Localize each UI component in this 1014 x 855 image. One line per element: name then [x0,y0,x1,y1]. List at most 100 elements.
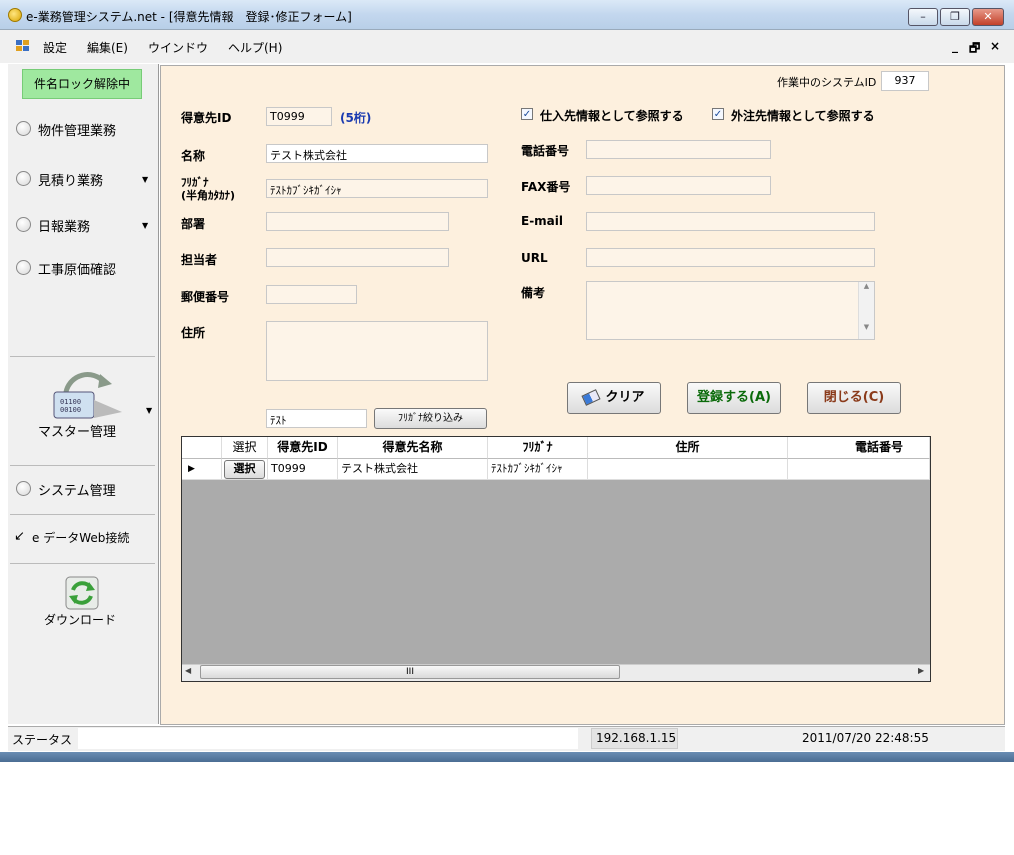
radio-icon[interactable] [16,217,31,232]
row-cell-phone[interactable] [788,459,930,480]
row-cell-address[interactable] [588,459,788,480]
department-input[interactable] [266,212,449,231]
menu-help[interactable]: ヘルプ(H) [228,39,282,56]
note-label: 備考 [521,286,546,300]
close-window-button[interactable]: ✕ [972,8,1004,26]
url-label: URL [521,251,548,265]
menu-settings[interactable]: 設定 [43,39,67,56]
furigana-filter-input[interactable]: ﾃｽﾄ [266,409,367,428]
outsource-checkbox-label[interactable]: 外注先情報として参照する [731,107,875,124]
row-cell-name[interactable]: テスト株式会社 [338,459,488,480]
row-select-button[interactable]: 選択 [224,460,265,479]
mdi-minimize-button[interactable]: _ [952,39,958,53]
column-header-name[interactable]: 得意先名称 [338,437,488,459]
url-input[interactable] [586,248,875,267]
mdi-close-button[interactable]: × [990,39,1000,53]
restore-button[interactable]: ❐ [940,8,970,26]
furigana-sub-label: (半角ｶﾀｶﾅ) [181,189,236,202]
clear-button[interactable]: クリア [567,382,661,414]
mdi-restore-button[interactable]: 🗗 [969,39,980,60]
dropdown-arrow-icon: ▼ [146,406,153,415]
postal-code-input[interactable] [266,285,357,304]
sidebar-divider [10,356,155,357]
scroll-down-icon[interactable]: ▼ [859,323,874,331]
row-header-corner [182,437,222,459]
name-input[interactable]: テスト株式会社 [266,144,488,163]
sidebar-item-cost[interactable]: 工事原価確認 [38,259,116,278]
mdi-child-icon [16,40,30,52]
postal-code-label: 郵便番号 [181,290,230,304]
radio-icon[interactable] [16,171,31,186]
status-message-area [78,728,578,749]
close-form-button[interactable]: 閉じる(C) [807,382,901,414]
window-title: e-業務管理システム.net - [得意先情報 登録･修正フォーム] [26,10,352,24]
svg-text:00100: 00100 [60,406,81,414]
register-button[interactable]: 登録する(A) [687,382,781,414]
lock-status-badge[interactable]: 件名ロック解除中 [22,69,142,99]
scroll-left-icon[interactable]: ◀ [185,666,191,675]
dropdown-arrow-icon: ▼ [142,221,149,230]
row-cell-id[interactable]: T0999 [268,459,338,480]
person-label: 担当者 [181,253,218,267]
customer-id-label: 得意先ID [181,111,232,125]
column-header-kana[interactable]: ﾌﾘｶﾞﾅ [488,437,588,459]
scroll-right-icon[interactable]: ▶ [918,666,924,675]
eraser-icon [581,389,602,406]
supplier-checkbox-label[interactable]: 仕入先情報として参照する [540,107,684,124]
sidebar-item-download[interactable]: ダウンロード [44,611,116,628]
minimize-button[interactable]: – [908,8,938,26]
table-row: 選択 [222,459,268,480]
clear-button-label: クリア [605,390,645,405]
supplier-checkbox[interactable]: ✓ [521,108,533,120]
scroll-thumb[interactable]: III [200,665,620,679]
master-management-icon[interactable]: 01100 00100 [52,364,124,422]
system-id-field: 937 [881,71,929,91]
furigana-input[interactable]: ﾃｽﾄｶﾌﾞｼｷｶﾞｲｼｬ [266,179,488,198]
sidebar-item-master[interactable]: マスター管理 [38,421,116,440]
furigana-filter-button[interactable]: ﾌﾘｶﾞﾅ絞り込み [374,408,487,429]
link-arrow-icon: ↙ [14,529,25,544]
radio-icon[interactable] [16,121,31,136]
radio-icon[interactable] [16,260,31,275]
note-textarea[interactable] [586,281,875,340]
email-input[interactable] [586,212,875,231]
sidebar-divider [10,563,155,564]
phone-label: 電話番号 [521,144,570,158]
phone-input[interactable] [586,140,771,159]
person-input[interactable] [266,248,449,267]
radio-icon[interactable] [16,481,31,496]
sidebar-divider [10,465,155,466]
column-header-select[interactable]: 選択 [222,437,268,459]
column-header-id[interactable]: 得意先ID [268,437,338,459]
dropdown-arrow-icon: ▼ [142,175,149,184]
name-label: 名称 [181,149,206,163]
column-header-address[interactable]: 住所 [588,437,788,459]
scroll-up-icon[interactable]: ▲ [859,282,874,290]
ip-address: 192.168.1.15 [591,728,678,749]
customer-id-input[interactable]: T0999 [266,107,332,126]
department-label: 部署 [181,217,206,231]
menu-edit[interactable]: 編集(E) [87,39,128,56]
sidebar-item-property[interactable]: 物件管理業務 [38,120,116,139]
sidebar-item-daily-report[interactable]: 日報業務 [38,216,90,235]
address-label: 住所 [181,326,206,340]
fax-label: FAX番号 [521,180,571,194]
app-logo-icon [8,8,22,22]
sidebar-item-estimate[interactable]: 見積り業務 [38,170,103,189]
row-cell-kana[interactable]: ﾃｽﾄｶﾌﾞｼｷｶﾞｲｼｬ [488,459,588,480]
sidebar-item-edata-web[interactable]: e データWeb接続 [32,529,129,546]
column-header-phone[interactable]: 電話番号 [788,437,930,459]
menu-window[interactable]: ウインドウ [148,39,208,56]
download-icon[interactable] [65,576,99,610]
outsource-checkbox[interactable]: ✓ [712,108,724,120]
email-label: E-mail [521,214,564,228]
current-row-indicator-icon: ▶ [182,459,222,480]
sidebar-item-system[interactable]: システム管理 [38,480,116,499]
address-textarea[interactable] [266,321,488,381]
status-label: ステータス [12,733,73,747]
system-id-label: 作業中のシステムID [777,76,877,89]
fax-input[interactable] [586,176,771,195]
customer-id-hint: (5桁) [340,111,372,125]
taskbar-strip [0,752,1014,762]
note-scrollbar[interactable]: ▲ ▼ [858,282,874,339]
